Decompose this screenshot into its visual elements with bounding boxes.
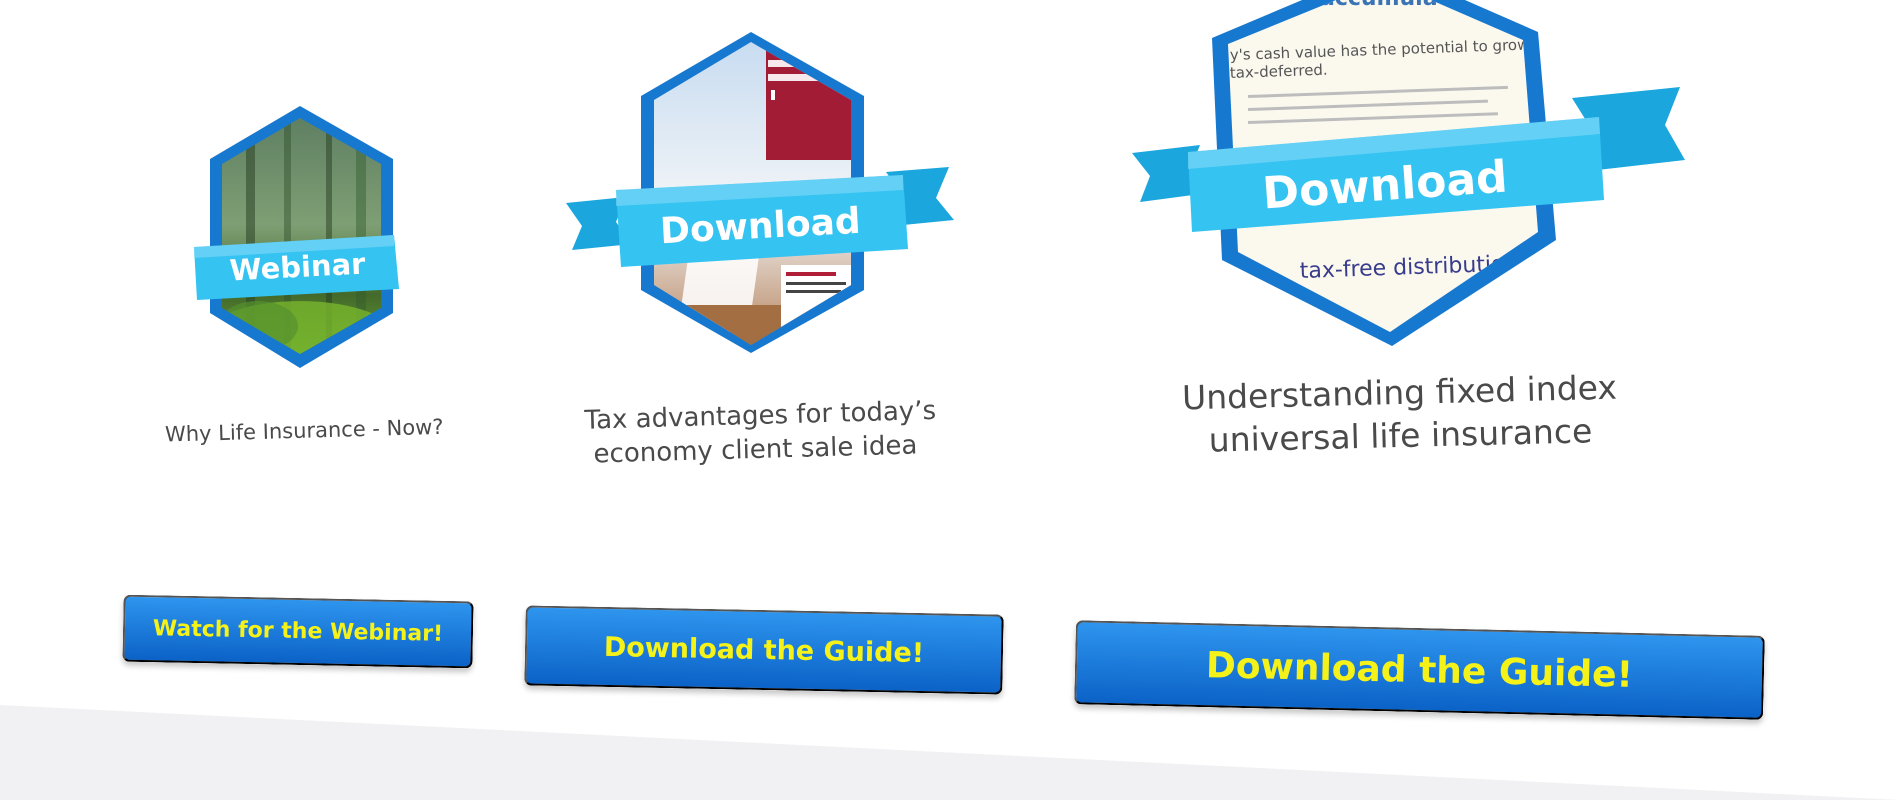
promo-section: Webinar Why Life Insurance - Now? Watch … <box>0 0 1900 800</box>
download-badge-tax-advantages[interactable]: Download <box>556 30 956 380</box>
webinar-badge[interactable]: Webinar <box>188 96 413 406</box>
webinar-badge-graphic: Webinar <box>194 106 399 368</box>
download-badge-graphic: Download <box>566 32 954 353</box>
webinar-caption: Why Life Insurance - Now? <box>164 414 444 448</box>
tax-advantages-caption: Tax advantages for today’s economy clien… <box>584 395 936 472</box>
preview-line: tax-deferred. <box>1230 61 1328 82</box>
download-guide-button-1[interactable]: Download the Guide! <box>524 605 1004 695</box>
watch-webinar-button[interactable]: Watch for the Webinar! <box>122 594 474 669</box>
fixed-index-caption: Understanding fixed index universal life… <box>1119 365 1681 464</box>
ribbon-label: Webinar <box>229 246 367 287</box>
button-label: Watch for the Webinar! <box>152 616 444 647</box>
download-badge-graphic: accumulation y's cash value has the pote… <box>1132 0 1685 346</box>
button-label: Download the Guide! <box>1205 644 1634 696</box>
download-badge-fixed-index[interactable]: accumulation y's cash value has the pote… <box>1120 0 1685 350</box>
caption-line: Why Life Insurance - Now? <box>164 414 444 447</box>
download-guide-button-2[interactable]: Download the Guide! <box>1074 620 1765 720</box>
button-label: Download the Guide! <box>603 631 925 669</box>
